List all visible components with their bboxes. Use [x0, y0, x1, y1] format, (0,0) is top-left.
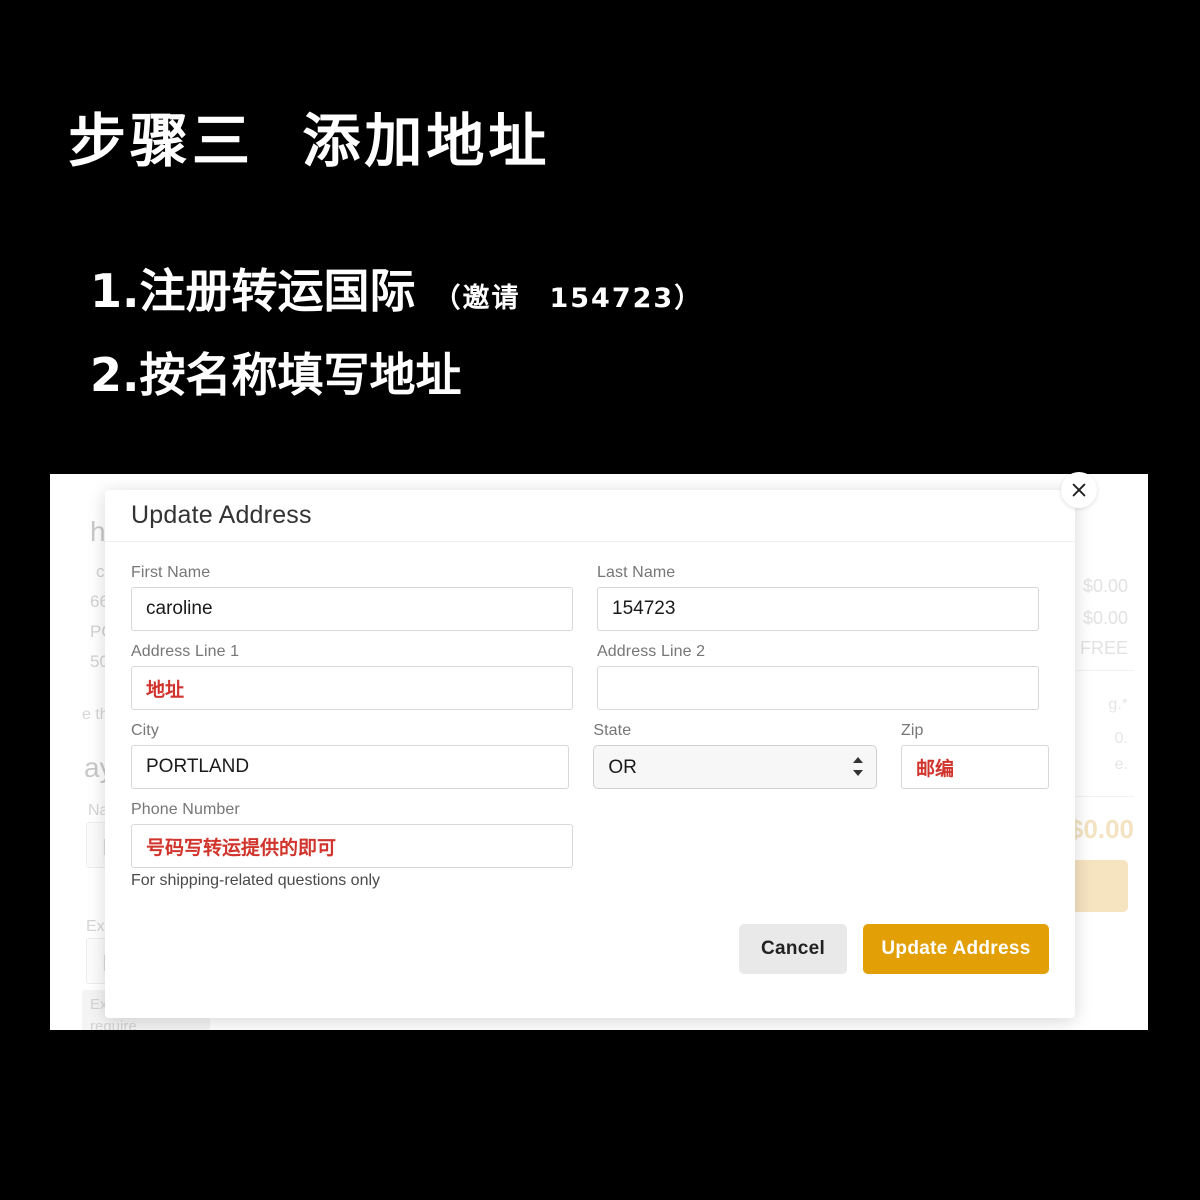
modal-actions: Cancel Update Address — [105, 890, 1075, 974]
modal-header: Update Address — [105, 490, 1075, 542]
bg-summary-note-2: 0. — [1114, 730, 1128, 747]
bg-summary-total: $0.00 — [1068, 814, 1134, 844]
name-row: First Name Last Name — [131, 564, 1049, 631]
city-field: City — [131, 722, 570, 789]
bg-expiration-error-line-2: require — [90, 1018, 137, 1030]
cancel-button[interactable]: Cancel — [739, 924, 847, 974]
first-name-input[interactable] — [131, 587, 573, 631]
city-state-zip-row: City State OR Zip — [131, 722, 1049, 789]
instruction-bullet-2: 2.按名称填写地址 — [90, 352, 461, 398]
phone-row: Phone Number For shipping-related questi… — [131, 801, 1049, 890]
bg-summary-row-2: $0.00 — [1082, 608, 1128, 628]
instruction-bullet-1: 1.注册转运国际 （邀请 154723） — [90, 268, 703, 314]
state-select[interactable]: OR — [593, 745, 877, 789]
address-line-2-field: Address Line 2 — [597, 643, 1039, 710]
instruction-bullet-2-text: 2.按名称填写地址 — [90, 348, 462, 402]
close-icon[interactable] — [1061, 472, 1097, 508]
zip-label: Zip — [901, 722, 924, 739]
bg-summary-row-1: $0.00 — [1082, 576, 1128, 596]
state-field: State OR — [593, 722, 877, 789]
zip-field: Zip — [901, 722, 1049, 789]
update-address-modal: Update Address First Name Last Name Addr… — [105, 472, 1097, 1018]
phone-input[interactable] — [131, 824, 573, 868]
last-name-field: Last Name — [597, 564, 1039, 631]
address-row: Address Line 1 Address Line 2 — [131, 643, 1049, 710]
page-title: Update Address — [131, 501, 312, 529]
bg-summary-note-1: g.* — [1108, 696, 1128, 713]
step-title: 步骤三 添加地址 — [68, 107, 551, 175]
address-line-1-label: Address Line 1 — [131, 643, 240, 660]
bg-summary-note-3: e. — [1114, 756, 1128, 773]
last-name-label: Last Name — [597, 564, 676, 581]
phone-label: Phone Number — [131, 801, 240, 818]
address-line-2-input[interactable] — [597, 666, 1039, 710]
instruction-bullet-1-text: 1.注册转运国际 — [90, 264, 416, 318]
zip-input[interactable] — [901, 745, 1049, 789]
address-line-1-input[interactable] — [131, 666, 573, 710]
state-label: State — [593, 722, 632, 739]
phone-help-text: For shipping-related questions only — [131, 872, 381, 889]
first-name-field: First Name — [131, 564, 573, 631]
address-line-2-label: Address Line 2 — [597, 643, 706, 660]
screenshot-root: 步骤三 添加地址 1.注册转运国际 （邀请 154723） 2.按名称填写地址 … — [0, 0, 1200, 1200]
city-input[interactable] — [131, 745, 570, 789]
first-name-label: First Name — [131, 564, 211, 581]
last-name-input[interactable] — [597, 587, 1039, 631]
phone-field: Phone Number For shipping-related questi… — [131, 801, 573, 890]
address-line-1-field: Address Line 1 — [131, 643, 573, 710]
modal-body: First Name Last Name Address Line 1 Addr… — [105, 542, 1075, 890]
bg-summary-row-3: FREE — [1079, 638, 1128, 658]
city-label: City — [131, 722, 159, 739]
invite-code-note: （邀请 154723） — [433, 283, 704, 314]
update-address-button[interactable]: Update Address — [863, 924, 1049, 974]
